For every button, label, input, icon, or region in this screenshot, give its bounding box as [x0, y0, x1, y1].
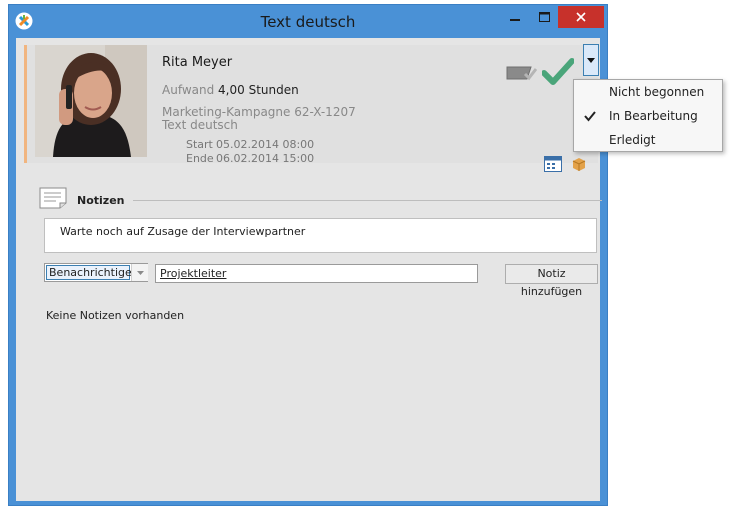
- maximize-button[interactable]: [531, 6, 557, 28]
- project-line: Marketing-Kampagne 62-X-1207: [162, 105, 356, 119]
- empty-notes-text: Keine Notizen vorhanden: [46, 309, 185, 322]
- titlebar[interactable]: Text deutsch: [9, 5, 607, 38]
- package-icon[interactable]: [571, 156, 587, 172]
- start-value: 05.02.2014 08:00: [216, 138, 315, 151]
- close-button[interactable]: [558, 6, 604, 28]
- notify-select-value[interactable]: Benachrichtigen: [46, 265, 139, 280]
- status-dropdown-button[interactable]: [583, 44, 599, 76]
- start-label: Start: [186, 138, 213, 151]
- effort-value: 4,00 Stunden: [218, 83, 299, 97]
- assignee-name: Rita Meyer: [162, 55, 233, 70]
- note-input[interactable]: Warte noch auf Zusage der Interviewpartn…: [44, 218, 597, 253]
- calendar-icon[interactable]: [544, 156, 562, 172]
- end-label: Ende: [186, 152, 214, 165]
- menu-item-label: Erledigt: [609, 133, 656, 147]
- eraser-icon[interactable]: [505, 63, 538, 83]
- menu-item-label: Nicht begonnen: [609, 85, 705, 99]
- task-summary-panel: Rita Meyer Aufwand 4,00 Stunden Marketin…: [24, 45, 598, 172]
- effort-label: Aufwand: [162, 83, 215, 97]
- notes-heading: Notizen: [77, 194, 125, 207]
- assignee-photo: [35, 45, 147, 157]
- menu-item-not-started[interactable]: Nicht begonnen: [574, 81, 722, 103]
- close-icon: [576, 12, 586, 22]
- notify-select[interactable]: Benachrichtigen: [44, 263, 148, 282]
- task-subject: Text deutsch: [162, 118, 238, 132]
- task-window: Text deutsch Rita Meyer Aufwand 4,00 Stu…: [8, 4, 608, 506]
- effort: Aufwand 4,00 Stunden: [162, 83, 299, 97]
- menu-item-done[interactable]: Erledigt: [574, 129, 722, 151]
- end-value: 06.02.2014 15:00: [216, 152, 315, 165]
- menu-item-label: In Bearbeitung: [609, 109, 698, 123]
- start-date: Start 05.02.2014 08:00: [186, 138, 314, 151]
- chevron-down-icon: [136, 270, 144, 275]
- menu-item-in-progress[interactable]: In Bearbeitung: [574, 105, 722, 127]
- chevron-down-icon: [587, 57, 595, 63]
- window-content: Rita Meyer Aufwand 4,00 Stunden Marketin…: [16, 38, 602, 501]
- notepad-icon: [39, 187, 67, 209]
- minimize-button[interactable]: [502, 6, 528, 28]
- divider: [133, 200, 602, 201]
- checkmark-icon[interactable]: [541, 57, 575, 87]
- add-note-button[interactable]: Notiz hinzufügen: [505, 264, 598, 298]
- recipient-input[interactable]: Projektleiter: [155, 264, 478, 283]
- status-menu: Nicht begonnen In Bearbeitung Erledigt: [573, 79, 723, 152]
- notify-dropdown-button[interactable]: [131, 264, 148, 281]
- end-date: Ende 06.02.2014 15:00: [186, 152, 314, 165]
